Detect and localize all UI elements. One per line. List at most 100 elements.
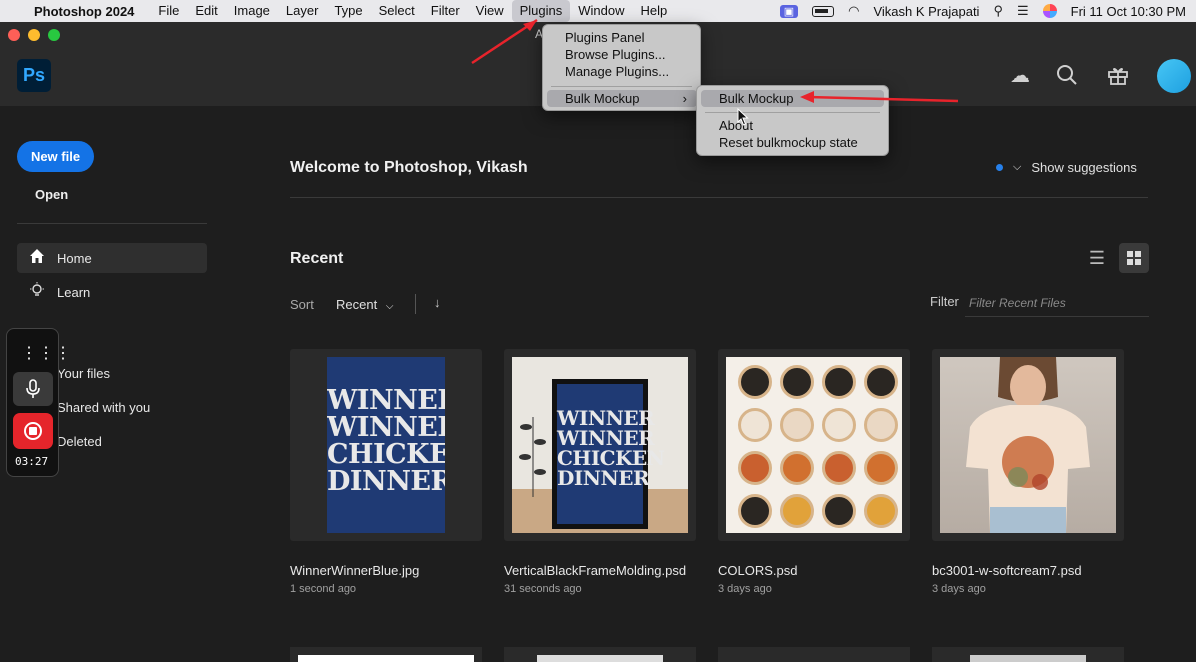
menu-help[interactable]: Help bbox=[633, 0, 676, 22]
file-thumbnail: WINNER WINNER CHICKEN DINNER bbox=[512, 357, 688, 533]
color-swatch bbox=[780, 451, 814, 485]
menu-layer[interactable]: Layer bbox=[278, 0, 327, 22]
file-modified-time: 31 seconds ago bbox=[504, 583, 582, 595]
sidebar-item-home[interactable]: Home bbox=[17, 243, 207, 273]
color-swatch bbox=[738, 451, 772, 485]
minimize-window-button[interactable] bbox=[28, 29, 40, 41]
color-swatch bbox=[780, 408, 814, 442]
menu-item-label: Bulk Mockup bbox=[565, 91, 640, 106]
menu-file[interactable]: File bbox=[150, 0, 187, 22]
menu-item-browse-plugins[interactable]: Browse Plugins... bbox=[543, 46, 700, 63]
spotlight-search-icon[interactable]: ⚲ bbox=[993, 3, 1003, 19]
file-name[interactable]: bc3001-w-softcream7.psd bbox=[932, 563, 1082, 578]
grid-view-icon[interactable] bbox=[1119, 243, 1149, 273]
cloud-icon[interactable]: ☁ bbox=[1008, 64, 1032, 88]
macos-menu-bar: Photoshop 2024 File Edit Image Layer Typ… bbox=[0, 0, 1196, 22]
color-swatch bbox=[864, 494, 898, 528]
file-name[interactable]: WinnerWinnerBlue.jpg bbox=[290, 563, 419, 578]
clock[interactable]: Fri 11 Oct 10:30 PM bbox=[1071, 4, 1186, 19]
sidebar-item-learn[interactable]: Learn bbox=[17, 277, 207, 307]
recording-timer: 03:27 bbox=[15, 455, 49, 468]
menu-separator bbox=[705, 112, 880, 113]
menu-plugins[interactable]: Plugins bbox=[511, 0, 571, 22]
list-view-icon[interactable]: ☰ bbox=[1082, 244, 1112, 272]
lightbulb-icon bbox=[17, 282, 57, 302]
control-center-icon[interactable]: ☰ bbox=[1017, 3, 1029, 19]
siri-icon[interactable] bbox=[1042, 4, 1057, 18]
file-name[interactable]: COLORS.psd bbox=[718, 563, 797, 578]
color-swatch bbox=[738, 494, 772, 528]
wifi-icon[interactable]: ◠ bbox=[848, 3, 859, 19]
battery-icon[interactable] bbox=[812, 5, 835, 17]
recent-file-card[interactable] bbox=[932, 647, 1124, 662]
color-swatch bbox=[864, 365, 898, 399]
sidebar-item-label: Deleted bbox=[57, 433, 102, 449]
stop-recording-button[interactable] bbox=[13, 413, 53, 449]
user-name-menu[interactable]: Vikash K Prajapati bbox=[873, 4, 979, 19]
avatar[interactable] bbox=[1157, 59, 1191, 93]
home-icon bbox=[17, 248, 57, 268]
menu-image[interactable]: Image bbox=[226, 0, 278, 22]
menu-window[interactable]: Window bbox=[570, 0, 632, 22]
menu-item-plugins-panel[interactable]: Plugins Panel bbox=[543, 29, 700, 46]
menu-item-about[interactable]: About bbox=[697, 117, 888, 134]
sort-label: Sort bbox=[290, 297, 314, 312]
bulk-mockup-submenu: Bulk Mockup About Reset bulkmockup state bbox=[696, 85, 889, 156]
color-swatch bbox=[738, 408, 772, 442]
sort-select[interactable]: Recent ⌵ bbox=[336, 297, 393, 312]
menu-item-manage-plugins[interactable]: Manage Plugins... bbox=[543, 63, 700, 80]
filter-recent-files-input[interactable] bbox=[965, 290, 1149, 317]
sort-separator bbox=[415, 294, 416, 314]
more-options-icon[interactable]: ⋮⋮⋮ bbox=[21, 343, 72, 363]
recent-heading: Recent bbox=[290, 250, 344, 267]
chevron-right-icon: › bbox=[682, 91, 687, 106]
notification-dot bbox=[996, 164, 1003, 171]
color-swatch bbox=[864, 408, 898, 442]
photoshop-logo[interactable]: Ps bbox=[17, 59, 51, 92]
recent-file-card[interactable] bbox=[718, 647, 910, 662]
menu-filter[interactable]: Filter bbox=[423, 0, 468, 22]
menu-edit[interactable]: Edit bbox=[187, 0, 225, 22]
open-button[interactable]: Open bbox=[35, 187, 68, 202]
plant-decoration bbox=[518, 397, 548, 497]
recent-file-card[interactable] bbox=[718, 349, 910, 541]
chevron-down-icon: ⌵ bbox=[385, 301, 394, 312]
color-swatch bbox=[822, 408, 856, 442]
file-modified-time: 1 second ago bbox=[290, 583, 357, 595]
sidebar-divider bbox=[17, 223, 207, 224]
welcome-heading: Welcome to Photoshop, Vikash bbox=[290, 159, 528, 176]
recent-file-card[interactable] bbox=[290, 647, 482, 662]
plugins-menu: Plugins Panel Browse Plugins... Manage P… bbox=[542, 24, 701, 111]
recent-file-card[interactable] bbox=[504, 647, 696, 662]
mouse-cursor-icon bbox=[737, 108, 749, 126]
gift-icon[interactable] bbox=[1106, 64, 1130, 88]
microphone-icon[interactable] bbox=[13, 372, 53, 406]
screen-share-icon[interactable]: ▣ bbox=[779, 4, 799, 18]
file-name[interactable]: VerticalBlackFrameMolding.psd bbox=[504, 563, 686, 578]
menu-type[interactable]: Type bbox=[326, 0, 370, 22]
color-swatch bbox=[822, 494, 856, 528]
menu-item-bulk-mockup-open[interactable]: Bulk Mockup bbox=[701, 90, 884, 107]
file-thumbnail bbox=[726, 357, 902, 533]
app-name-menu[interactable]: Photoshop 2024 bbox=[34, 4, 134, 19]
recent-file-card[interactable]: WINNER WINNER CHICKEN DINNER bbox=[504, 349, 696, 541]
menu-item-reset-bulkmockup-state[interactable]: Reset bulkmockup state bbox=[697, 134, 888, 151]
close-window-button[interactable] bbox=[8, 29, 20, 41]
search-icon[interactable] bbox=[1055, 64, 1079, 88]
color-swatch bbox=[822, 451, 856, 485]
color-swatch bbox=[822, 365, 856, 399]
menu-view[interactable]: View bbox=[468, 0, 512, 22]
recent-file-card[interactable] bbox=[932, 349, 1124, 541]
filter-label: Filter bbox=[930, 294, 959, 309]
menu-select[interactable]: Select bbox=[371, 0, 423, 22]
menu-item-bulk-mockup[interactable]: Bulk Mockup › bbox=[547, 90, 697, 107]
new-file-button[interactable]: New file bbox=[17, 141, 94, 172]
color-swatch bbox=[780, 365, 814, 399]
sidebar-item-label: Learn bbox=[57, 284, 91, 300]
sidebar-item-label: Your files bbox=[57, 365, 110, 381]
sort-direction-icon[interactable]: ↓ bbox=[434, 295, 441, 310]
show-suggestions-toggle[interactable]: ⌵ Show suggestions bbox=[996, 160, 1137, 175]
recent-file-card[interactable]: WINNER WINNER CHICKEN DINNER bbox=[290, 349, 482, 541]
zoom-window-button[interactable] bbox=[48, 29, 60, 41]
sidebar-item-label: Shared with you bbox=[57, 399, 151, 415]
